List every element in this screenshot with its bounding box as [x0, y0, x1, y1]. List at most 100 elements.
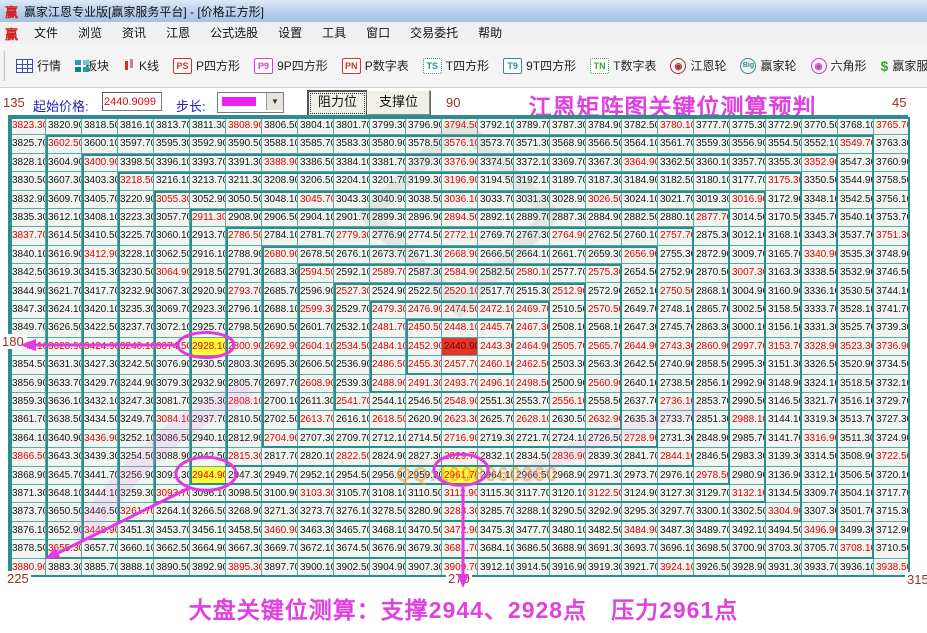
- grid-cell[interactable]: 3921.70: [622, 559, 658, 577]
- grid-cell[interactable]: 3664.90: [190, 540, 226, 558]
- grid-cell[interactable]: 2618.50: [370, 411, 406, 429]
- grid-cell[interactable]: 3837.70: [10, 227, 46, 245]
- grid-cell[interactable]: 2812.90: [226, 430, 262, 448]
- grid-cell[interactable]: 3160.90: [766, 283, 802, 301]
- grid-cell[interactable]: 3170.50: [766, 209, 802, 227]
- grid-cell[interactable]: 3355.30: [766, 154, 802, 172]
- grid-cell[interactable]: 3448.90: [82, 522, 118, 540]
- grid-cell[interactable]: 2443.30: [478, 338, 514, 356]
- grid-cell[interactable]: 3847.30: [10, 301, 46, 319]
- grid-cell[interactable]: 2889.70: [514, 209, 550, 227]
- grid-cell[interactable]: 2512.90: [550, 283, 586, 301]
- grid-cell[interactable]: 3655.30: [46, 540, 82, 558]
- grid-cell[interactable]: 3064.90: [154, 264, 190, 282]
- grid-cell[interactable]: 3223.30: [118, 209, 154, 227]
- grid-cell[interactable]: 3636.10: [46, 393, 82, 411]
- grid-cell[interactable]: 3120.10: [550, 485, 586, 503]
- grid-cell[interactable]: 3288.10: [514, 503, 550, 521]
- grid-cell[interactable]: 2988.10: [730, 411, 766, 429]
- menu-item-工具[interactable]: 工具: [312, 26, 356, 40]
- grid-cell[interactable]: 2628.10: [514, 411, 550, 429]
- grid-cell[interactable]: 2865.70: [694, 301, 730, 319]
- grid-cell[interactable]: 3746.50: [874, 264, 910, 282]
- grid-cell[interactable]: 3885.70: [82, 559, 118, 577]
- grid-cell[interactable]: 3741.70: [874, 301, 910, 319]
- grid-cell[interactable]: 2474.50: [442, 301, 478, 319]
- grid-cell[interactable]: 3796.90: [406, 117, 442, 135]
- grid-cell[interactable]: 2666.50: [478, 246, 514, 264]
- grid-cell[interactable]: 3576.10: [442, 135, 478, 153]
- grid-cell[interactable]: 3616.90: [46, 246, 82, 264]
- menu-item-江恩[interactable]: 江恩: [156, 26, 200, 40]
- grid-cell[interactable]: 2760.10: [622, 227, 658, 245]
- toolbar-item-kline[interactable]: K线: [123, 57, 159, 74]
- grid-cell[interactable]: 2676.10: [334, 246, 370, 264]
- grid-cell[interactable]: 3278.50: [370, 503, 406, 521]
- grid-cell[interactable]: 3547.30: [838, 154, 874, 172]
- grid-cell[interactable]: 3110.50: [406, 485, 442, 503]
- grid-cell[interactable]: 3146.50: [766, 393, 802, 411]
- grid-cell[interactable]: 3228.10: [118, 246, 154, 264]
- grid-cell[interactable]: 2911.30: [190, 209, 226, 227]
- grid-cell[interactable]: 3261.70: [118, 503, 154, 521]
- grid-cell[interactable]: 3076.90: [154, 356, 190, 374]
- menu-item-文件[interactable]: 文件: [24, 26, 68, 40]
- grid-cell[interactable]: 2769.70: [478, 227, 514, 245]
- grid-cell[interactable]: 3026.50: [586, 191, 622, 209]
- grid-cell[interactable]: 2764.90: [550, 227, 586, 245]
- grid-cell[interactable]: 2697.70: [262, 375, 298, 393]
- grid-cell[interactable]: 2901.70: [334, 209, 370, 227]
- grid-cell[interactable]: 2906.50: [262, 209, 298, 227]
- grid-cell[interactable]: 3489.70: [694, 522, 730, 540]
- grid-cell[interactable]: 2920.90: [190, 283, 226, 301]
- grid-cell[interactable]: 3024.10: [622, 191, 658, 209]
- grid-cell[interactable]: 2707.30: [298, 430, 334, 448]
- grid-cell[interactable]: 2810.50: [226, 411, 262, 429]
- toolbar-item-gann-wheel[interactable]: ◉江恩轮: [670, 57, 726, 74]
- grid-cell[interactable]: 2822.50: [334, 448, 370, 466]
- grid-cell[interactable]: 3508.90: [838, 448, 874, 466]
- menu-item-浏览[interactable]: 浏览: [68, 26, 112, 40]
- grid-cell[interactable]: 2611.30: [298, 393, 334, 411]
- grid-cell[interactable]: 2577.70: [550, 264, 586, 282]
- grid-cell[interactable]: 3470.50: [406, 522, 442, 540]
- grid-cell[interactable]: 3768.10: [838, 117, 874, 135]
- toolbar-item-9t-square[interactable]: T99T四方形: [503, 57, 576, 74]
- key-level-cell[interactable]: 2928.10: [190, 338, 226, 356]
- grid-cell[interactable]: 2546.50: [406, 393, 442, 411]
- grid-cell[interactable]: 3434.50: [82, 411, 118, 429]
- grid-cell[interactable]: 2904.10: [298, 209, 334, 227]
- grid-cell[interactable]: 2788.90: [226, 246, 262, 264]
- grid-cell[interactable]: 2709.70: [334, 430, 370, 448]
- grid-cell[interactable]: 3820.90: [46, 117, 82, 135]
- grid-cell[interactable]: 3614.50: [46, 227, 82, 245]
- grid-cell[interactable]: 2661.70: [550, 246, 586, 264]
- grid-cell[interactable]: 2839.30: [586, 448, 622, 466]
- grid-cell[interactable]: 3698.50: [694, 540, 730, 558]
- grid-cell[interactable]: 2582.50: [478, 264, 514, 282]
- grid-cell[interactable]: 2796.10: [226, 301, 262, 319]
- grid-cell[interactable]: 2863.30: [694, 319, 730, 337]
- grid-cell[interactable]: 3580.90: [370, 135, 406, 153]
- grid-cell[interactable]: 2635.30: [622, 411, 658, 429]
- grid-cell[interactable]: 3196.90: [442, 172, 478, 190]
- grid-cell[interactable]: 2808.10: [226, 393, 262, 411]
- grid-cell[interactable]: 3384.10: [334, 154, 370, 172]
- grid-cell[interactable]: 2973.70: [622, 467, 658, 485]
- grid-cell[interactable]: 3744.10: [874, 283, 910, 301]
- grid-cell[interactable]: 3734.50: [874, 356, 910, 374]
- grid-cell[interactable]: 3172.90: [766, 191, 802, 209]
- grid-cell[interactable]: 3376.90: [442, 154, 478, 172]
- grid-cell[interactable]: 3379.30: [406, 154, 442, 172]
- toolbar-item-winner-wheel[interactable]: Big赢家轮: [740, 57, 796, 74]
- grid-cell[interactable]: 3415.30: [82, 264, 118, 282]
- grid-cell[interactable]: 2894.50: [442, 209, 478, 227]
- grid-cell[interactable]: 3537.70: [838, 227, 874, 245]
- grid-cell[interactable]: 3218.50: [118, 172, 154, 190]
- grid-cell[interactable]: 3124.90: [622, 485, 658, 503]
- grid-cell[interactable]: 3340.90: [802, 246, 838, 264]
- grid-cell[interactable]: 2884.90: [586, 209, 622, 227]
- grid-cell[interactable]: 3511.30: [838, 430, 874, 448]
- grid-cell[interactable]: 3727.30: [874, 411, 910, 429]
- grid-cell[interactable]: 2740.90: [658, 356, 694, 374]
